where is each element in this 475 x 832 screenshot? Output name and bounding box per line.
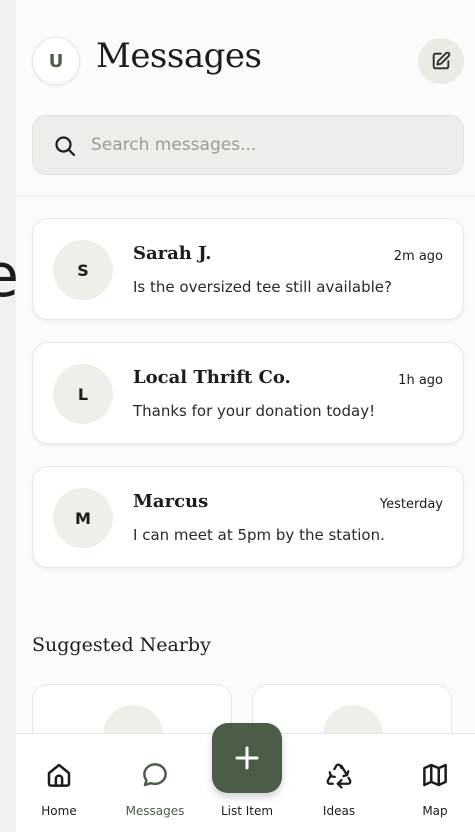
contact-name: Sarah J. [133,243,212,264]
contact-name: Marcus [133,491,209,512]
nav-home[interactable]: Home [16,734,102,832]
compose-button[interactable] [418,38,464,84]
map-icon [423,763,447,787]
message-time: 1h ago [398,373,443,388]
search-icon [55,136,76,157]
pencil-square-icon [432,51,451,70]
chat-bubble-icon [143,763,167,787]
recycle-icon [326,763,352,789]
user-avatar[interactable]: U [32,37,80,85]
conversation-card[interactable]: M Marcus Yesterday I can meet at 5pm by … [32,466,464,568]
search-input[interactable] [91,116,451,174]
conversation-card[interactable]: L Local Thrift Co. 1h ago Thanks for you… [32,342,464,444]
contact-name: Local Thrift Co. [133,367,291,388]
nav-ideas-label: Ideas [322,804,356,818]
nav-ideas[interactable]: Ideas [296,734,382,832]
message-time: Yesterday [379,497,443,512]
page-title: Messages [96,36,262,76]
search-bar[interactable] [32,115,464,175]
home-icon [47,763,71,787]
contact-avatar: L [53,364,113,424]
nav-list-item-label: List Item [220,804,274,818]
nav-messages-label: Messages [125,804,185,818]
contact-avatar: M [53,488,113,548]
contact-avatar: S [53,240,113,300]
messages-screen: U Messages S Sarah J. 2m ago Is the over… [16,0,475,832]
list-item-button[interactable] [212,723,282,793]
message-preview: Is the oversized tee still available? [133,278,392,296]
plus-icon [235,746,259,770]
header: U Messages [16,0,475,196]
suggested-section-title: Suggested Nearby [32,634,211,656]
nav-map-label: Map [422,804,448,818]
left-edge-strip [0,0,16,832]
message-time: 2m ago [393,249,443,264]
message-preview: Thanks for your donation today! [133,402,376,420]
message-preview: I can meet at 5pm by the station. [133,526,385,544]
nav-messages[interactable]: Messages [112,734,198,832]
bottom-nav: Home Messages List Item Ideas Map [16,723,475,832]
conversation-card[interactable]: S Sarah J. 2m ago Is the oversized tee s… [32,218,464,320]
nav-home-label: Home [41,804,77,818]
nav-map[interactable]: Map [392,734,475,832]
